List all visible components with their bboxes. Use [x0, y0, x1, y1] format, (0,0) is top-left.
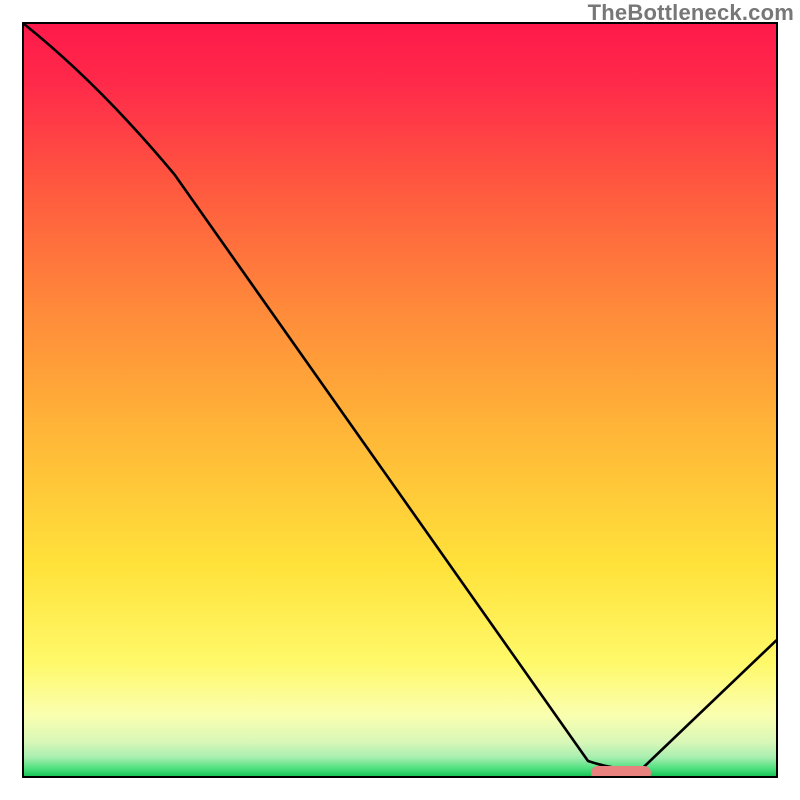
plot-area	[22, 22, 778, 778]
chart-frame: TheBottleneck.com	[0, 0, 800, 800]
bottleneck-curve	[24, 24, 776, 776]
minimum-highlight-marker	[591, 766, 651, 778]
